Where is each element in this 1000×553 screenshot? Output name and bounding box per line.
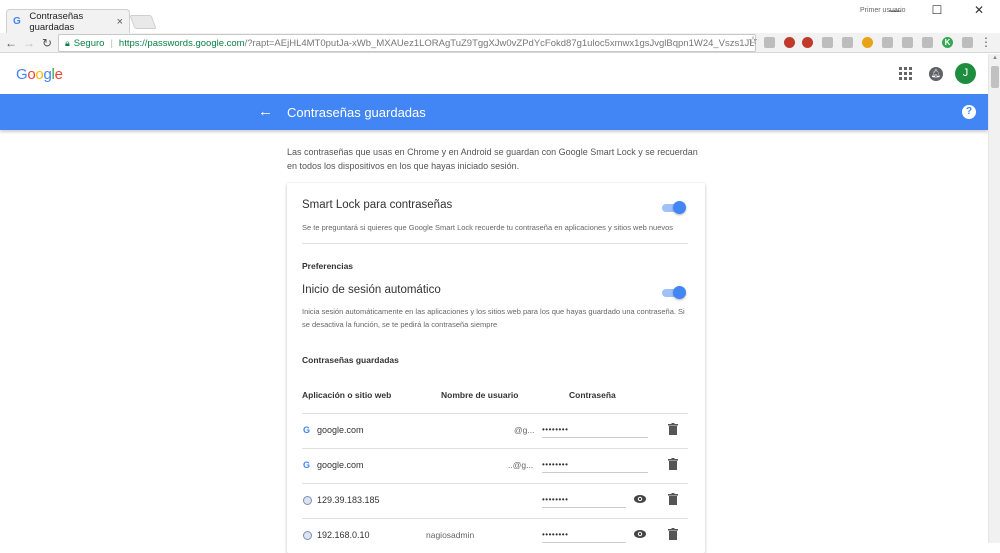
new-tab-button[interactable] bbox=[129, 15, 157, 29]
scroll-up-icon[interactable]: ▲ bbox=[992, 55, 998, 61]
trash-icon[interactable] bbox=[668, 528, 678, 540]
tab-close-icon[interactable]: × bbox=[117, 16, 123, 28]
username: @g... bbox=[514, 425, 535, 435]
maximize-button[interactable]: ☐ bbox=[922, 2, 952, 18]
table-row[interactable]: G google.com @g... •••••••• bbox=[302, 413, 688, 448]
divider bbox=[302, 243, 688, 244]
username: ..@g... bbox=[508, 460, 534, 470]
logo-letter: e bbox=[54, 66, 63, 83]
saved-passwords-heading: Contraseñas guardadas bbox=[302, 355, 399, 365]
globe-icon bbox=[303, 496, 312, 505]
preferences-heading: Preferencias bbox=[302, 261, 354, 271]
password-field[interactable]: •••••••• bbox=[542, 459, 648, 473]
address-bar[interactable]: 🔒︎ Seguro | https://passwords.google.com… bbox=[58, 34, 756, 52]
logo-letter: g bbox=[43, 66, 52, 83]
browser-toolbar: ← → ↻ 🔒︎ Seguro | https://passwords.goog… bbox=[0, 33, 1000, 53]
extension-icon[interactable] bbox=[882, 37, 893, 48]
password-field[interactable]: •••••••• bbox=[542, 424, 648, 438]
extension-icon[interactable] bbox=[842, 37, 853, 48]
extension-icon[interactable] bbox=[862, 37, 873, 48]
column-header-password: Contraseña bbox=[569, 390, 616, 400]
page-scrollbar[interactable]: ▲ bbox=[988, 54, 1000, 543]
google-g-icon: G bbox=[303, 460, 311, 470]
apps-grid-icon[interactable] bbox=[899, 67, 912, 80]
site-name: 129.39.183.185 bbox=[317, 495, 380, 505]
google-g-icon: G bbox=[303, 425, 311, 435]
toggle-knob bbox=[673, 201, 686, 214]
extension-icon[interactable] bbox=[784, 37, 795, 48]
trash-icon[interactable] bbox=[668, 493, 678, 505]
help-icon[interactable]: ? bbox=[962, 105, 976, 119]
auto-signin-title: Inicio de sesión automático bbox=[302, 284, 441, 296]
table-row[interactable]: G google.com ..@g... •••••••• bbox=[302, 448, 688, 483]
trash-icon[interactable] bbox=[668, 458, 678, 470]
google-g-icon: G bbox=[13, 15, 21, 27]
site-name: google.com bbox=[317, 425, 364, 435]
username: nagiosadmin bbox=[426, 530, 475, 540]
app-bar: ← Contraseñas guardadas ? bbox=[0, 94, 988, 130]
password-field[interactable]: •••••••• bbox=[542, 529, 626, 543]
extension-icon[interactable] bbox=[822, 37, 833, 48]
intro-text: Las contraseñas que usas en Chrome y en … bbox=[287, 147, 698, 171]
site-name: 192.168.0.10 bbox=[317, 530, 370, 540]
google-logo[interactable]: Google bbox=[16, 66, 63, 83]
table-row[interactable]: 129.39.183.185 •••••••• bbox=[302, 483, 688, 518]
extension-icon[interactable] bbox=[902, 37, 913, 48]
profile-extension-icon[interactable]: K bbox=[942, 37, 953, 48]
tab-title: Contraseñas guardadas bbox=[29, 10, 84, 33]
lock-icon: 🔒︎ bbox=[65, 37, 70, 48]
logo-letter: G bbox=[16, 66, 28, 83]
browser-menu-icon[interactable]: ⋮ bbox=[980, 35, 992, 49]
google-header: Google 🔔︎ J bbox=[0, 54, 988, 94]
notifications-bell-icon[interactable]: 🔔︎ bbox=[929, 67, 943, 81]
table-row[interactable]: 192.168.0.10 nagiosadmin •••••••• bbox=[302, 518, 688, 553]
site-name: google.com bbox=[317, 460, 364, 470]
extension-icon[interactable] bbox=[922, 37, 933, 48]
back-icon[interactable]: ← bbox=[4, 35, 18, 51]
settings-card: Smart Lock para contraseñas Se te pregun… bbox=[287, 183, 705, 553]
password-field[interactable]: •••••••• bbox=[542, 494, 626, 508]
url-rest: /?rapt=AEjHL4MT0putJa-xWb_MXAUez1LORAgTu… bbox=[244, 37, 756, 49]
smart-lock-toggle[interactable] bbox=[662, 201, 686, 215]
page-title: Contraseñas guardadas bbox=[287, 105, 426, 120]
extension-icon[interactable] bbox=[962, 37, 973, 48]
url-host: https://passwords.google.com bbox=[118, 37, 245, 49]
toggle-knob bbox=[673, 286, 686, 299]
secure-label: Seguro bbox=[73, 37, 105, 49]
address-separator: | bbox=[110, 37, 113, 49]
minimize-button[interactable]: — bbox=[880, 2, 910, 18]
trash-icon[interactable] bbox=[668, 423, 678, 435]
globe-icon bbox=[303, 531, 312, 540]
scroll-thumb[interactable] bbox=[991, 66, 999, 88]
show-password-eye-icon[interactable] bbox=[634, 529, 646, 539]
column-header-site: Aplicación o sitio web bbox=[302, 390, 392, 400]
extension-icon[interactable] bbox=[802, 37, 813, 48]
back-arrow-icon[interactable]: ← bbox=[258, 103, 273, 120]
bookmark-star-icon[interactable]: ☆ bbox=[748, 34, 758, 47]
window-titlebar: G Contraseñas guardadas × Primer usuario… bbox=[0, 0, 1000, 33]
forward-icon[interactable]: → bbox=[22, 35, 36, 51]
show-password-eye-icon[interactable] bbox=[634, 494, 646, 504]
column-header-username: Nombre de usuario bbox=[441, 390, 519, 400]
browser-tab[interactable]: G Contraseñas guardadas × bbox=[6, 9, 130, 33]
smart-lock-title: Smart Lock para contraseñas bbox=[302, 199, 453, 211]
auto-signin-description: Inicia sesión automáticamente en las apl… bbox=[302, 307, 685, 329]
extension-icon[interactable] bbox=[764, 37, 775, 48]
reload-icon[interactable]: ↻ bbox=[40, 35, 54, 51]
close-window-button[interactable]: ✕ bbox=[964, 2, 994, 18]
avatar[interactable]: J bbox=[955, 63, 976, 84]
auto-signin-toggle[interactable] bbox=[662, 286, 686, 300]
smart-lock-description: Se te preguntará si quieres que Google S… bbox=[302, 223, 674, 232]
